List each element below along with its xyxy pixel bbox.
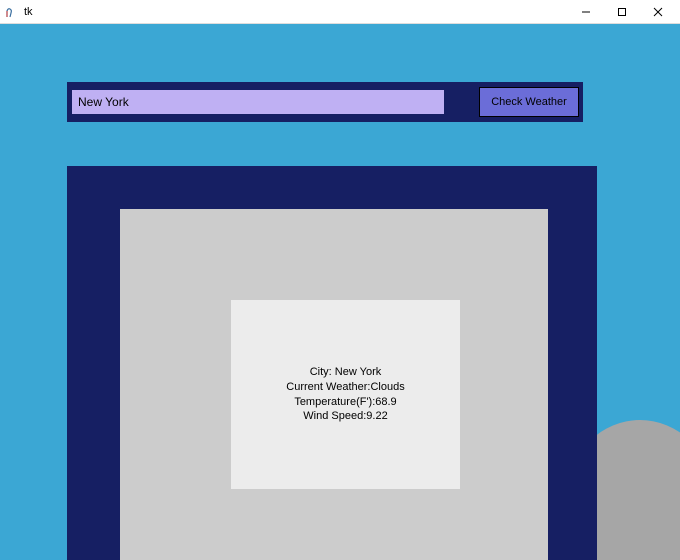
maximize-button[interactable]: [604, 1, 640, 23]
result-temperature: Temperature(F'):68.9: [294, 395, 396, 410]
app-body: Check Weather City: New York Current Wea…: [0, 24, 680, 560]
search-bar: Check Weather: [67, 82, 583, 122]
window-title: tk: [24, 6, 568, 18]
check-weather-button[interactable]: Check Weather: [479, 87, 579, 117]
result-card: City: New York Current Weather:Clouds Te…: [231, 300, 460, 489]
result-frame: City: New York Current Weather:Clouds Te…: [67, 166, 597, 560]
window-titlebar: tk: [0, 0, 680, 24]
city-input[interactable]: [71, 89, 445, 115]
minimize-button[interactable]: [568, 1, 604, 23]
app-icon: [4, 5, 18, 19]
window-controls: [568, 1, 676, 23]
result-city: City: New York: [310, 365, 382, 380]
result-wind: Wind Speed:9.22: [303, 409, 387, 424]
result-panel: City: New York Current Weather:Clouds Te…: [120, 209, 548, 560]
result-weather: Current Weather:Clouds: [286, 380, 404, 395]
close-button[interactable]: [640, 1, 676, 23]
